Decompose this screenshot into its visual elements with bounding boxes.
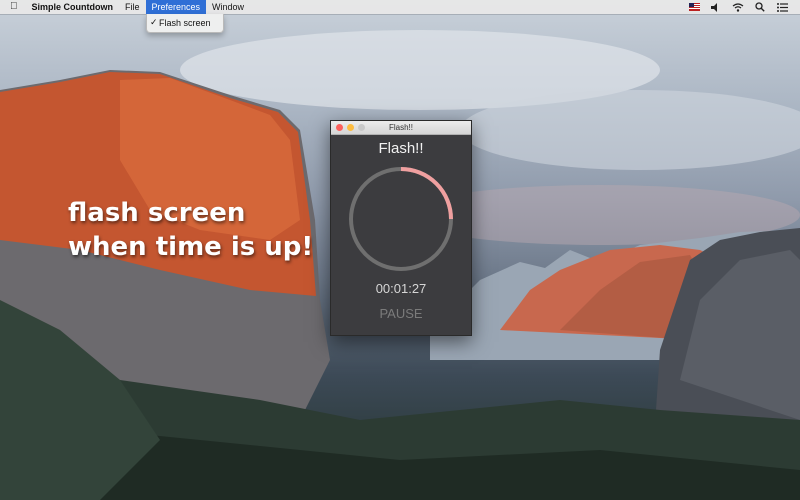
time-remaining: 00:01:27 <box>375 281 427 296</box>
menu-bar:  Simple Countdown File Preferences Wind… <box>0 0 800 14</box>
window-titlebar[interactable]: Flash!! <box>331 121 471 135</box>
menu-window[interactable]: Window <box>206 0 250 14</box>
countdown-window: Flash!! Flash!! 00:01:27 PAUSE <box>330 120 472 336</box>
menu-item-flash-screen[interactable]: ✓ Flash screen <box>147 16 223 29</box>
flag-icon[interactable] <box>688 2 700 12</box>
preferences-dropdown: ✓ Flash screen <box>146 14 224 33</box>
timer-heading: Flash!! <box>378 140 424 157</box>
wifi-icon[interactable] <box>732 2 744 12</box>
caption-line-1: flash screen <box>68 198 246 228</box>
pause-button[interactable]: PAUSE <box>366 306 436 321</box>
apple-icon[interactable]:  <box>0 0 24 14</box>
menu-app-name[interactable]: Simple Countdown <box>24 0 120 14</box>
menu-file[interactable]: File <box>119 0 146 14</box>
window-title: Flash!! <box>388 123 413 132</box>
list-icon[interactable] <box>776 2 788 12</box>
menu-preferences[interactable]: Preferences <box>145 0 207 14</box>
caption-line-2: when time is up! <box>68 232 314 262</box>
menu-item-label: Flash screen <box>159 17 211 28</box>
checkmark-icon: ✓ <box>150 17 158 27</box>
volume-icon[interactable] <box>710 2 722 12</box>
promo-caption: flash screen when time is up! <box>68 196 313 264</box>
progress-ring <box>349 167 453 271</box>
progress-ring-arc <box>400 167 453 220</box>
search-icon[interactable] <box>754 2 766 12</box>
